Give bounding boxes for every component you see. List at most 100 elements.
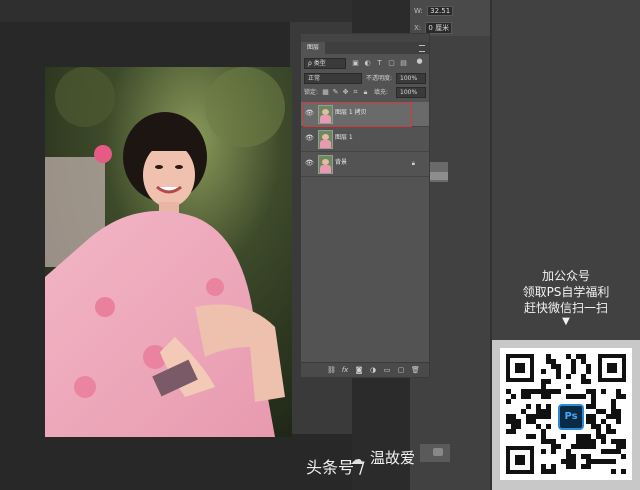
layer-name[interactable]: 图层 1 拷贝 xyxy=(335,108,367,118)
qr-module xyxy=(556,444,561,449)
qr-module xyxy=(541,449,546,454)
layer-row-copy[interactable]: 👁︎ 图层 1 拷贝 xyxy=(301,102,429,127)
filter-smartobject-icon[interactable]: ▤ xyxy=(400,60,407,67)
qr-module xyxy=(546,394,551,399)
qr-module xyxy=(611,469,616,474)
trash-icon[interactable]: 🗑︎ xyxy=(411,366,420,374)
qr-module xyxy=(546,414,551,419)
layers-panel-footer: ⛓ fx ◙ ◑ ▭ ▢ 🗑︎ xyxy=(301,362,429,377)
layer-row-background[interactable]: 👁︎ 背景 🔒︎ xyxy=(301,152,429,177)
qr-module xyxy=(621,469,626,474)
promo-line-2: 领取PS自学福利 xyxy=(522,285,610,299)
filter-type-icon[interactable]: T xyxy=(376,60,383,67)
qr-module xyxy=(601,439,606,444)
qr-module xyxy=(531,434,536,439)
qr-module xyxy=(571,369,576,374)
ps-logo: Ps xyxy=(558,404,584,430)
layer-thumbnail xyxy=(318,105,333,124)
lock-all-icon[interactable]: 🔒︎ xyxy=(362,89,369,96)
dock-scroll-thumb[interactable] xyxy=(428,172,448,180)
qr-finder-top-right xyxy=(598,354,626,382)
lock-label: 锁定: xyxy=(304,89,319,96)
qr-module xyxy=(556,389,561,394)
lock-paint-icon[interactable]: ✎ xyxy=(332,89,339,96)
workspace-top-strip xyxy=(0,0,352,22)
fill-field[interactable]: 100% xyxy=(396,87,426,98)
qr-module xyxy=(611,429,616,434)
filter-kind-select[interactable]: ρ 类型 xyxy=(304,58,346,69)
watermark-name: 温故爱 xyxy=(370,449,416,467)
width-row: W: 32.51 xyxy=(414,6,454,16)
panel-menu-icon[interactable] xyxy=(419,45,425,52)
blend-row: 正常 不透明度: 100% xyxy=(304,73,426,85)
qr-module xyxy=(546,424,551,429)
filter-pixel-icon[interactable]: ▣ xyxy=(352,60,359,67)
link-icon[interactable]: ⛓ xyxy=(327,366,336,374)
visibility-eye-icon[interactable]: 👁︎ xyxy=(305,135,314,142)
wechat-icon: ☁ xyxy=(350,452,364,468)
qr-finder-bottom-left xyxy=(506,446,534,474)
qr-code[interactable]: Ps xyxy=(500,348,632,480)
visibility-eye-icon[interactable]: 👁︎ xyxy=(305,160,314,167)
qr-module xyxy=(621,454,626,459)
new-layer-icon[interactable]: ▢ xyxy=(397,366,405,374)
layer-lock-icon: 🔒︎ xyxy=(411,160,415,167)
qr-module xyxy=(551,449,556,454)
qr-module xyxy=(591,444,596,449)
qr-code-frame: Ps xyxy=(492,340,640,490)
qr-module xyxy=(601,389,606,394)
x-label: X: xyxy=(414,24,422,32)
lock-artboard-icon[interactable]: ⌗ xyxy=(352,89,359,96)
qr-module xyxy=(566,374,571,379)
blend-mode-select[interactable]: 正常 xyxy=(304,73,362,84)
promo-line-3: 赶快微信扫一扫 xyxy=(523,301,608,315)
layer-name[interactable]: 图层 1 xyxy=(335,133,353,143)
mask-icon[interactable]: ◙ xyxy=(355,366,363,374)
qr-module xyxy=(571,464,576,469)
qr-module xyxy=(621,444,626,449)
opacity-field[interactable]: 100% xyxy=(396,73,426,84)
properties-panel: W: 32.51 X: 0 厘米 xyxy=(410,0,490,36)
qr-module xyxy=(551,469,556,474)
qr-module xyxy=(616,419,621,424)
fx-icon[interactable]: fx xyxy=(341,366,349,374)
width-field[interactable]: 32.51 xyxy=(427,6,454,16)
filter-row: ρ 类型 ▣ ◐ T ▢ ▤ ● xyxy=(304,58,426,70)
tab-layers[interactable]: 图层 xyxy=(301,42,325,54)
camera-icon xyxy=(433,448,443,456)
qr-module xyxy=(581,394,586,399)
qr-module xyxy=(526,404,531,409)
layers-panel: 图层 ρ 类型 ▣ ◐ T ▢ ▤ ● 正常 不透明度: 100% 锁定: ▦ … xyxy=(300,33,430,378)
filter-shape-icon[interactable]: ▢ xyxy=(388,60,395,67)
panel-titlebar[interactable] xyxy=(301,34,429,42)
layer-row-1[interactable]: 👁︎ 图层 1 xyxy=(301,127,429,152)
filter-adjustment-icon[interactable]: ◐ xyxy=(364,60,371,67)
qr-module xyxy=(586,369,591,374)
qr-module xyxy=(621,394,626,399)
qr-module xyxy=(586,464,591,469)
qr-module xyxy=(526,394,531,399)
width-label: W: xyxy=(414,7,423,15)
visibility-eye-icon[interactable]: 👁︎ xyxy=(305,110,314,117)
qr-module xyxy=(511,429,516,434)
qr-module xyxy=(516,424,521,429)
layer-thumbnail xyxy=(318,155,333,174)
document-canvas[interactable] xyxy=(45,67,292,437)
group-icon[interactable]: ▭ xyxy=(383,366,391,374)
qr-finder-top-left xyxy=(506,354,534,382)
qr-module xyxy=(506,399,511,404)
qr-module xyxy=(541,369,546,374)
lock-transparency-icon[interactable]: ▦ xyxy=(322,89,329,96)
filter-toggle-icon[interactable]: ● xyxy=(416,58,423,65)
down-arrow-icon: ▼ xyxy=(562,316,570,327)
layer-name[interactable]: 背景 xyxy=(335,158,347,168)
promo-line-1: 加公众号 xyxy=(541,269,590,283)
qr-module xyxy=(511,394,516,399)
qr-module xyxy=(556,374,561,379)
layer-thumbnail xyxy=(318,130,333,149)
adjustment-icon[interactable]: ◑ xyxy=(369,366,377,374)
lock-move-icon[interactable]: ✥ xyxy=(342,89,349,96)
promo-text: 加公众号 领取PS自学福利 赶快微信扫一扫 ▼ xyxy=(492,268,640,328)
qr-module xyxy=(611,459,616,464)
qr-module xyxy=(566,384,571,389)
